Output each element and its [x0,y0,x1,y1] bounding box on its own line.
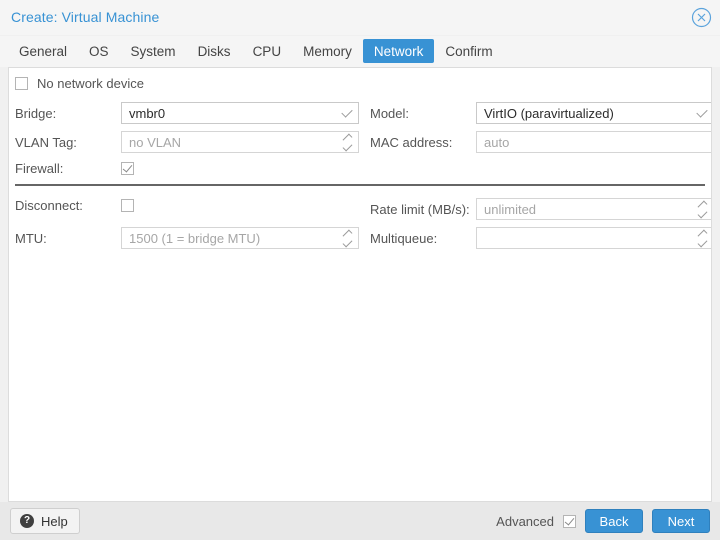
bridge-value: vmbr0 [129,105,166,121]
dialog-footer: ? Help Advanced Back Next [0,502,720,540]
multiqueue-spinner[interactable] [476,227,711,249]
rate-limit-label: Rate limit (MB/s): [370,201,470,217]
bridge-combobox[interactable]: vmbr0 [121,102,359,124]
field-row-mtu: MTU: 1500 (1 = bridge MTU) [15,227,359,249]
field-row-multiqueue: Multiqueue: [370,227,711,249]
next-button[interactable]: Next [652,509,710,533]
tab-general[interactable]: General [8,39,78,63]
question-mark-icon: ? [20,514,34,528]
vlan-tag-placeholder: no VLAN [129,134,182,150]
field-row-disconnect: Disconnect: [15,198,359,213]
tab-disks[interactable]: Disks [187,39,242,63]
mac-address-input[interactable]: auto [476,131,711,153]
mtu-spinner[interactable]: 1500 (1 = bridge MTU) [121,227,359,249]
tab-cpu[interactable]: CPU [242,39,293,63]
network-form: No network device Bridge: vmbr0 VLAN Tag… [9,68,711,501]
model-value: VirtIO (paravirtualized) [484,105,614,121]
field-row-bridge: Bridge: vmbr0 [15,102,359,124]
model-label: Model: [370,105,410,121]
bridge-label: Bridge: [15,105,57,121]
advanced-section-divider [15,184,705,186]
firewall-checkbox[interactable] [121,162,134,175]
spinner-icon[interactable] [695,228,709,248]
tab-confirm[interactable]: Confirm [434,39,503,63]
tab-memory[interactable]: Memory [292,39,363,63]
mac-address-placeholder: auto [484,134,510,150]
mtu-placeholder: 1500 (1 = bridge MTU) [129,230,261,246]
field-row-vlan-tag: VLAN Tag: no VLAN [15,131,359,153]
help-button-label: Help [41,513,68,529]
rate-limit-spinner[interactable]: unlimited [476,198,711,220]
no-network-device-checkbox[interactable] [15,77,28,90]
model-combobox[interactable]: VirtIO (paravirtualized) [476,102,711,124]
advanced-checkbox[interactable] [563,514,576,528]
help-button[interactable]: ? Help [10,508,80,534]
vlan-tag-spinner[interactable]: no VLAN [121,131,359,153]
multiqueue-label: Multiqueue: [370,230,438,246]
field-row-no-network-device: No network device [15,76,359,91]
tab-system[interactable]: System [120,39,187,63]
field-row-rate-limit: Rate limit (MB/s): unlimited [370,198,711,220]
spinner-icon[interactable] [695,199,709,219]
dialog-titlebar: Create: Virtual Machine [0,0,720,36]
advanced-label: Advanced [496,513,554,529]
back-button[interactable]: Back [585,509,643,533]
field-row-model: Model: VirtIO (paravirtualized) [370,102,711,124]
disconnect-checkbox[interactable] [121,199,134,212]
spinner-icon[interactable] [340,132,354,152]
field-row-mac-address: MAC address: auto [370,131,711,153]
create-vm-dialog: Create: Virtual Machine General OS Syste… [0,0,720,540]
chevron-down-icon[interactable] [695,103,709,123]
disconnect-label: Disconnect: [15,198,83,213]
chevron-down-icon[interactable] [340,103,354,123]
wizard-tabs: General OS System Disks CPU Memory Netwo… [0,36,720,67]
close-icon[interactable] [691,7,712,28]
mac-address-label: MAC address: [370,134,453,150]
footer-actions: Advanced Back Next [496,509,710,533]
tab-network[interactable]: Network [362,39,435,63]
spinner-icon[interactable] [340,228,354,248]
tab-os[interactable]: OS [78,39,120,63]
rate-limit-placeholder: unlimited [484,201,537,217]
firewall-label: Firewall: [15,161,64,176]
field-row-firewall: Firewall: [15,161,359,176]
no-network-device-label: No network device [37,76,144,91]
vlan-tag-label: VLAN Tag: [15,134,77,150]
mtu-label: MTU: [15,230,47,246]
network-settings-panel: No network device Bridge: vmbr0 VLAN Tag… [8,67,712,502]
dialog-title: Create: Virtual Machine [11,9,160,25]
